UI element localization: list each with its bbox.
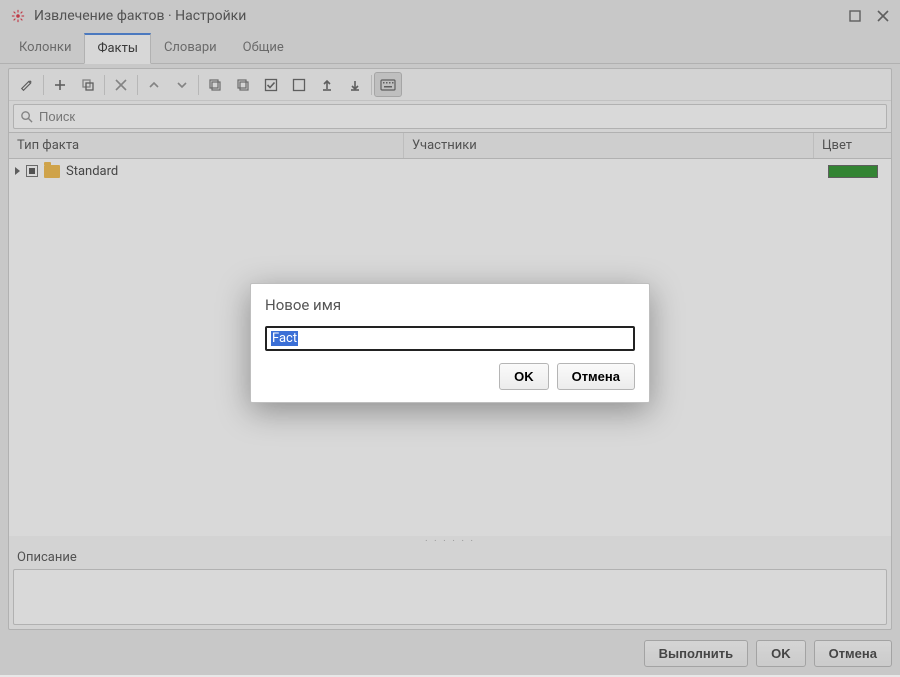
toolbar bbox=[9, 69, 891, 101]
tabs: Колонки Факты Словари Общие bbox=[0, 32, 900, 64]
check-all-icon[interactable] bbox=[257, 72, 285, 97]
tab-general[interactable]: Общие bbox=[230, 33, 297, 64]
bottom-bar: Выполнить OK Отмена bbox=[0, 630, 900, 677]
close-icon[interactable] bbox=[876, 9, 890, 23]
search-icon bbox=[20, 110, 33, 123]
tab-facts[interactable]: Факты bbox=[84, 33, 150, 64]
dialog-ok-button[interactable]: OK bbox=[499, 363, 549, 390]
description-label: Описание bbox=[9, 546, 891, 569]
move-down-icon[interactable] bbox=[168, 72, 196, 97]
column-participants[interactable]: Участники bbox=[404, 133, 814, 158]
rename-dialog: Новое имя Fact OK Отмена bbox=[250, 283, 650, 403]
folder-icon bbox=[44, 165, 60, 178]
dialog-input-value: Fact bbox=[271, 331, 298, 346]
export-icon[interactable] bbox=[313, 72, 341, 97]
expand-icon[interactable] bbox=[15, 167, 20, 175]
column-color[interactable]: Цвет bbox=[814, 133, 891, 158]
dialog-name-input[interactable]: Fact bbox=[265, 326, 635, 351]
dialog-cancel-button[interactable]: Отмена bbox=[557, 363, 635, 390]
cancel-button[interactable]: Отмена bbox=[814, 640, 892, 667]
expand-all-icon[interactable] bbox=[201, 72, 229, 97]
titlebar: Извлечение фактов · Настройки bbox=[0, 0, 900, 32]
move-up-icon[interactable] bbox=[140, 72, 168, 97]
ok-button[interactable]: OK bbox=[756, 640, 806, 667]
checkbox-indeterminate[interactable] bbox=[26, 165, 38, 177]
settings-icon[interactable] bbox=[13, 72, 41, 97]
dialog-title: Новое имя bbox=[265, 296, 635, 314]
delete-icon[interactable] bbox=[107, 72, 135, 97]
column-fact-type[interactable]: Тип факта bbox=[9, 133, 404, 158]
copy-icon[interactable] bbox=[74, 72, 102, 97]
app-icon bbox=[10, 8, 26, 24]
search-bar[interactable] bbox=[13, 104, 887, 129]
search-input[interactable] bbox=[39, 109, 880, 124]
import-icon[interactable] bbox=[341, 72, 369, 97]
collapse-all-icon[interactable] bbox=[229, 72, 257, 97]
keyboard-icon[interactable] bbox=[374, 72, 402, 97]
description-textarea[interactable] bbox=[13, 569, 887, 625]
window-title: Извлечение фактов · Настройки bbox=[34, 8, 848, 24]
tab-columns[interactable]: Колонки bbox=[6, 33, 84, 64]
execute-button[interactable]: Выполнить bbox=[644, 640, 748, 667]
add-icon[interactable] bbox=[46, 72, 74, 97]
table-header: Тип факта Участники Цвет bbox=[9, 133, 891, 159]
tab-dictionaries[interactable]: Словари bbox=[151, 33, 230, 64]
table-row[interactable]: Standard bbox=[9, 159, 891, 183]
color-swatch[interactable] bbox=[828, 165, 878, 178]
splitter[interactable]: · · · · · · bbox=[9, 536, 891, 546]
uncheck-all-icon[interactable] bbox=[285, 72, 313, 97]
maximize-icon[interactable] bbox=[848, 9, 862, 23]
row-name: Standard bbox=[66, 164, 118, 179]
